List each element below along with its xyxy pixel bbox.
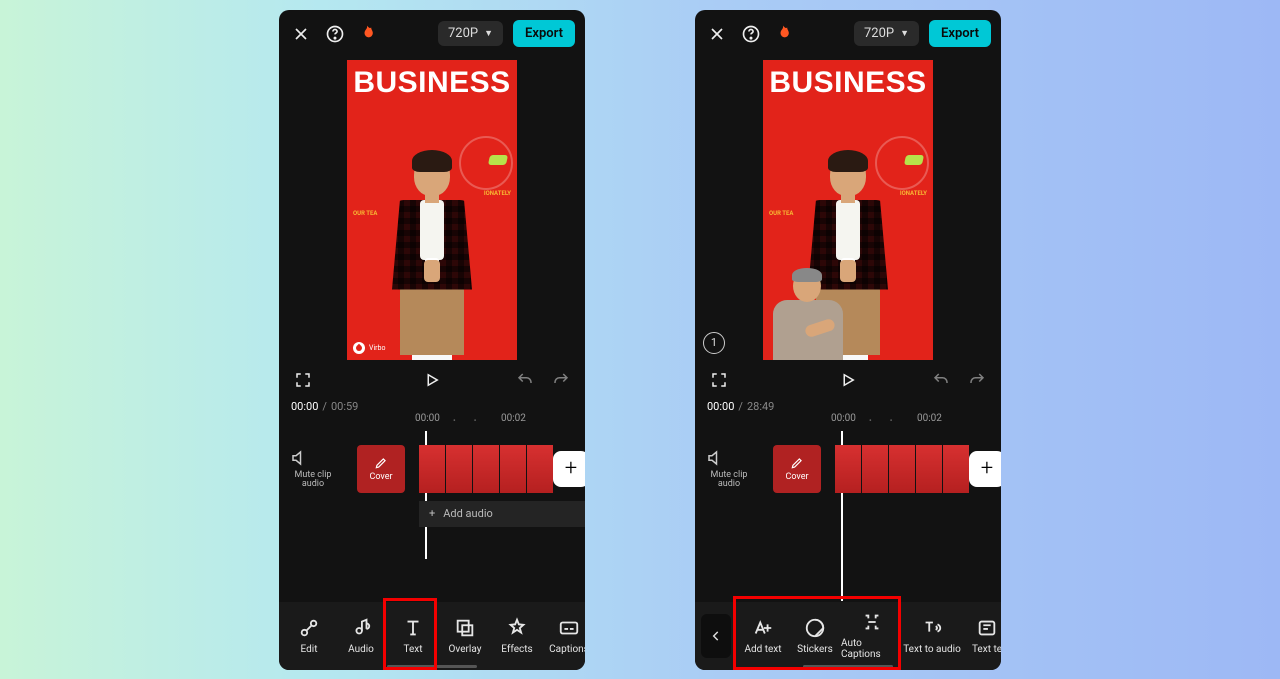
tool-edit[interactable]: Edit	[283, 617, 335, 655]
time-total: 00:59	[331, 400, 358, 413]
ruler-tick-0: 00:00	[831, 413, 856, 424]
resolution-selector[interactable]: 720P ▼	[854, 21, 919, 46]
resolution-selector[interactable]: 720P ▼	[438, 21, 503, 46]
video-clip-track[interactable]	[419, 445, 553, 493]
timeline[interactable]: Mute clip audio Cover + + Add audio	[279, 431, 585, 559]
back-button[interactable]	[701, 614, 731, 658]
tool-add-text[interactable]: Add text	[737, 617, 789, 655]
ruler-tick-0: 00:00	[415, 413, 440, 424]
resolution-label: 720P	[864, 26, 894, 41]
close-icon[interactable]	[289, 22, 313, 46]
bottom-toolbar: Add text Stickers Auto Captions Text to …	[695, 602, 1001, 670]
cover-thumbnail[interactable]: Cover	[357, 445, 405, 493]
cover-thumbnail[interactable]: Cover	[773, 445, 821, 493]
time-current: 00:00	[291, 400, 318, 413]
fullscreen-icon[interactable]	[291, 368, 315, 392]
scroll-indicator	[387, 665, 477, 668]
preview-title-text: BUSINESS	[763, 66, 933, 100]
video-preview[interactable]: BUSINESS OUR TEA IONATELY	[763, 60, 933, 360]
video-clip-track[interactable]	[835, 445, 969, 493]
mute-clip-audio-button[interactable]: Mute clip audio	[705, 449, 753, 491]
preview-person-overlay	[771, 264, 851, 360]
tool-text-to-audio[interactable]: Text to audio	[903, 617, 961, 655]
time-current: 00:00	[707, 400, 734, 413]
undo-button[interactable]	[929, 368, 953, 392]
play-button[interactable]	[836, 368, 860, 392]
video-preview[interactable]: BUSINESS OUR TEA IONATELY Virbo	[347, 60, 517, 360]
preview-title-text: BUSINESS	[347, 66, 517, 100]
flame-icon[interactable]	[773, 23, 793, 45]
undo-button[interactable]	[513, 368, 537, 392]
watermark: Virbo	[353, 342, 385, 354]
tool-audio[interactable]: Audio	[335, 617, 387, 655]
resolution-label: 720P	[448, 26, 478, 41]
timecode: 00:00 / 28:49	[695, 400, 1001, 413]
plus-icon: +	[429, 507, 435, 520]
layer-count-badge[interactable]: 1	[703, 332, 725, 354]
tool-effects[interactable]: Effects	[491, 617, 543, 655]
tool-stickers[interactable]: Stickers	[789, 617, 841, 655]
tool-text-templates[interactable]: Text te	[961, 617, 1001, 655]
add-clip-button[interactable]: +	[553, 451, 585, 487]
tool-auto-captions[interactable]: Auto Captions	[841, 611, 903, 660]
export-button[interactable]: Export	[929, 20, 991, 47]
help-icon[interactable]	[739, 22, 763, 46]
topbar: 720P ▼ Export	[695, 10, 1001, 58]
ruler-tick-1: 00:02	[501, 413, 526, 424]
time-total: 28:49	[747, 400, 774, 413]
close-icon[interactable]	[705, 22, 729, 46]
tool-captions[interactable]: Captions	[543, 617, 585, 655]
tool-overlay[interactable]: Overlay	[439, 617, 491, 655]
player-controls	[279, 360, 585, 400]
add-clip-button[interactable]: +	[969, 451, 1001, 487]
add-audio-row[interactable]: + Add audio	[419, 501, 585, 527]
caret-down-icon: ▼	[484, 28, 493, 39]
help-icon[interactable]	[323, 22, 347, 46]
caret-down-icon: ▼	[900, 28, 909, 39]
export-button[interactable]: Export	[513, 20, 575, 47]
player-controls	[695, 360, 1001, 400]
time-separator: /	[322, 400, 327, 413]
time-separator: /	[738, 400, 743, 413]
redo-button[interactable]	[549, 368, 573, 392]
phone-left: 720P ▼ Export BUSINESS OUR TEA IONATELY …	[279, 10, 585, 670]
timeline[interactable]: Mute clip audio Cover +	[695, 431, 1001, 559]
topbar: 720P ▼ Export	[279, 10, 585, 58]
phone-right: 720P ▼ Export 1 BUSINESS OUR TEA IONATEL…	[695, 10, 1001, 670]
redo-button[interactable]	[965, 368, 989, 392]
flame-icon[interactable]	[357, 23, 377, 45]
tool-text[interactable]: Text	[387, 617, 439, 655]
mute-clip-audio-button[interactable]: Mute clip audio	[289, 449, 337, 491]
ruler-tick-1: 00:02	[917, 413, 942, 424]
scroll-indicator	[803, 665, 893, 668]
timecode: 00:00 / 00:59	[279, 400, 585, 413]
preview-person-main	[372, 140, 492, 360]
play-button[interactable]	[420, 368, 444, 392]
fullscreen-icon[interactable]	[707, 368, 731, 392]
bottom-toolbar: Edit Audio Text Overlay Effects Captions	[279, 602, 585, 670]
